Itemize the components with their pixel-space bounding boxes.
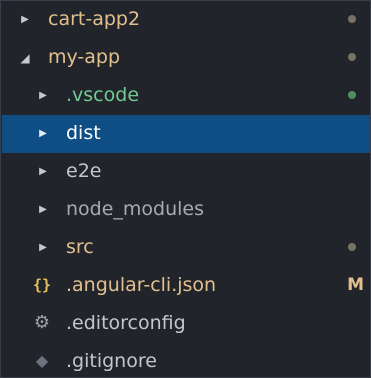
gear-icon: ⚙ — [33, 312, 51, 333]
git-diamond-icon: ◆ — [35, 351, 49, 370]
file-explorer-panel: ▶ cart-app2 ◢ my-app ▶ .vscode ▶ dist ▶ … — [0, 0, 371, 378]
chevron-right-icon[interactable]: ▶ — [36, 153, 50, 191]
tree-item-vscode[interactable]: ▶ .vscode — [2, 77, 370, 115]
chevron-right-icon[interactable]: ▶ — [36, 229, 50, 267]
tree-item-label: my-app — [48, 46, 121, 68]
tree-item-label: .vscode — [66, 84, 140, 106]
tree-item-e2e[interactable]: ▶ e2e — [2, 153, 370, 191]
modified-dot-icon — [348, 53, 356, 61]
tree-item-label: cart-app2 — [48, 8, 141, 30]
tree-item-label: dist — [66, 122, 101, 144]
tree-item-my-app[interactable]: ◢ my-app — [2, 39, 370, 77]
tree-item-src[interactable]: ▶ src — [2, 229, 370, 267]
modified-dot-icon — [348, 15, 356, 23]
json-braces-icon: {} — [32, 276, 52, 294]
tree-item-cart-app2[interactable]: ▶ cart-app2 — [2, 1, 370, 39]
untracked-dot-icon — [348, 91, 356, 99]
chevron-right-icon[interactable]: ▶ — [36, 115, 50, 153]
chevron-right-icon[interactable]: ▶ — [36, 191, 50, 229]
chevron-down-icon[interactable]: ◢ — [18, 39, 32, 77]
tree-item-gitignore[interactable]: ◆ .gitignore — [2, 343, 370, 377]
tree-item-label: .editorconfig — [66, 312, 186, 334]
tree-item-angular-cli-json[interactable]: {} .angular-cli.json M — [2, 267, 370, 305]
tree-item-node-modules[interactable]: ▶ node_modules — [2, 191, 370, 229]
file-tree: ▶ cart-app2 ◢ my-app ▶ .vscode ▶ dist ▶ … — [2, 1, 370, 377]
tree-item-label: node_modules — [66, 198, 205, 220]
modified-dot-icon — [348, 243, 356, 251]
tree-item-label: e2e — [66, 160, 102, 182]
tree-item-label: .gitignore — [66, 350, 157, 372]
git-status-badge: M — [347, 275, 364, 295]
tree-item-label: src — [66, 236, 94, 258]
chevron-right-icon[interactable]: ▶ — [36, 77, 50, 115]
chevron-right-icon[interactable]: ▶ — [18, 1, 32, 39]
tree-item-editorconfig[interactable]: ⚙ .editorconfig — [2, 305, 370, 343]
tree-item-label: .angular-cli.json — [66, 274, 217, 296]
tree-item-dist[interactable]: ▶ dist — [2, 115, 370, 153]
